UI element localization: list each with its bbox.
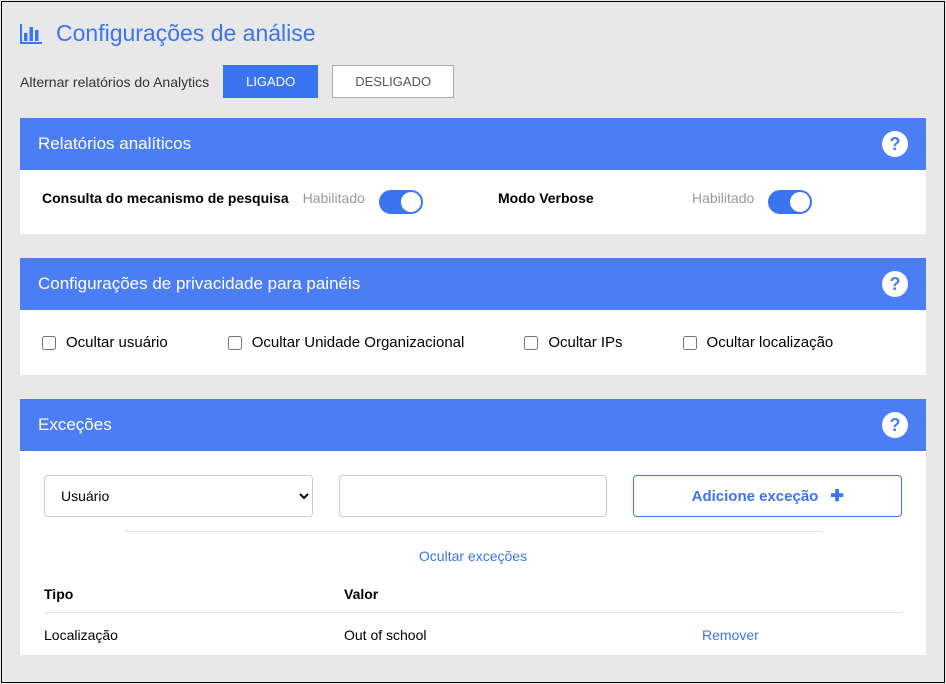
exceptions-table: Tipo Valor Localização Out of school Rem… bbox=[44, 586, 902, 643]
hide-location-input[interactable] bbox=[683, 336, 697, 350]
hide-org-checkbox[interactable]: Ocultar Unidade Organizacional bbox=[228, 334, 465, 351]
reports-panel-header: Relatórios analíticos ? bbox=[20, 118, 926, 170]
analytics-toggle-label: Alternar relatórios do Analytics bbox=[20, 74, 209, 90]
hide-location-label: Ocultar localização bbox=[707, 334, 834, 351]
row-valor: Out of school bbox=[344, 627, 702, 643]
page-title: Configurações de análise bbox=[56, 20, 316, 47]
privacy-panel: Configurações de privacidade para painéi… bbox=[20, 258, 926, 375]
hide-ips-checkbox[interactable]: Ocultar IPs bbox=[524, 334, 622, 351]
exceptions-panel-title: Exceções bbox=[38, 415, 112, 435]
exceptions-panel: Exceções ? Usuário Adicione exceção ✚ Oc… bbox=[20, 399, 926, 655]
hide-user-label: Ocultar usuário bbox=[66, 334, 168, 351]
verbose-label: Modo Verbose bbox=[498, 190, 598, 206]
privacy-panel-title: Configurações de privacidade para painéi… bbox=[38, 274, 360, 294]
exception-type-select[interactable]: Usuário bbox=[44, 475, 313, 517]
exceptions-panel-header: Exceções ? bbox=[20, 399, 926, 451]
hide-org-label: Ocultar Unidade Organizacional bbox=[252, 334, 465, 351]
help-icon[interactable]: ? bbox=[882, 131, 908, 157]
plus-icon: ✚ bbox=[830, 486, 843, 506]
analytics-toggle-row: Alternar relatórios do Analytics LIGADO … bbox=[20, 65, 926, 98]
hide-location-checkbox[interactable]: Ocultar localização bbox=[683, 334, 834, 351]
bar-chart-icon bbox=[20, 24, 42, 44]
search-engine-state: Habilitado bbox=[303, 190, 365, 206]
add-exception-label: Adicione exceção bbox=[692, 488, 819, 505]
search-engine-switch-group: Consulta do mecanismo de pesquisa Habili… bbox=[42, 190, 448, 214]
table-header: Tipo Valor bbox=[44, 586, 902, 613]
col-tipo-header: Tipo bbox=[44, 586, 344, 602]
toggle-on-button[interactable]: LIGADO bbox=[223, 65, 318, 98]
reports-panel: Relatórios analíticos ? Consulta do meca… bbox=[20, 118, 926, 234]
search-engine-label: Consulta do mecanismo de pesquisa bbox=[42, 190, 289, 206]
reports-panel-title: Relatórios analíticos bbox=[38, 134, 191, 154]
verbose-toggle[interactable] bbox=[768, 190, 812, 214]
search-engine-toggle[interactable] bbox=[379, 190, 423, 214]
hide-org-input[interactable] bbox=[228, 336, 242, 350]
page-title-row: Configurações de análise bbox=[20, 20, 926, 47]
remove-link[interactable]: Remover bbox=[702, 627, 759, 643]
table-row: Localização Out of school Remover bbox=[44, 613, 902, 643]
row-tipo: Localização bbox=[44, 627, 344, 643]
add-exception-button[interactable]: Adicione exceção ✚ bbox=[633, 475, 902, 517]
hide-ips-label: Ocultar IPs bbox=[548, 334, 622, 351]
exception-value-input[interactable] bbox=[339, 475, 608, 517]
hide-ips-input[interactable] bbox=[524, 336, 538, 350]
toggle-off-button[interactable]: DESLIGADO bbox=[332, 65, 454, 98]
hide-user-checkbox[interactable]: Ocultar usuário bbox=[42, 334, 168, 351]
help-icon[interactable]: ? bbox=[882, 412, 908, 438]
col-valor-header: Valor bbox=[344, 586, 702, 602]
verbose-switch-group: Modo Verbose Habilitado bbox=[498, 190, 904, 214]
hide-user-input[interactable] bbox=[42, 336, 56, 350]
privacy-panel-header: Configurações de privacidade para painéi… bbox=[20, 258, 926, 310]
hide-exceptions-link[interactable]: Ocultar exceções bbox=[419, 548, 527, 564]
help-icon[interactable]: ? bbox=[882, 271, 908, 297]
verbose-state: Habilitado bbox=[692, 190, 754, 206]
